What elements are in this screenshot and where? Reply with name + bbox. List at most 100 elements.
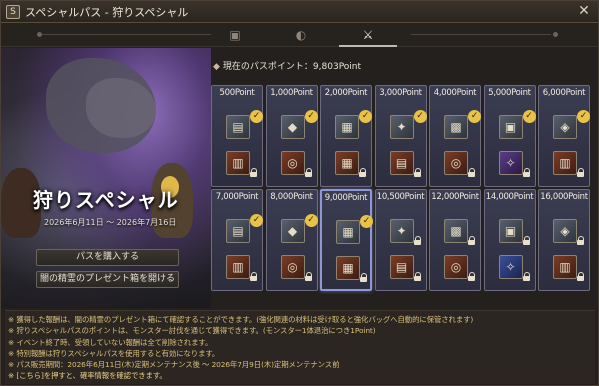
standard-reward-slot[interactable]: ▣ [498, 219, 523, 243]
special-reward-slot[interactable]: ◎ [444, 151, 468, 175]
special-reward-slot[interactable]: ▥ [553, 255, 577, 279]
lock-icon [304, 272, 313, 281]
special-reward-slot[interactable]: ▤ [389, 151, 414, 175]
lock-icon [468, 272, 476, 281]
hero-banner: 狩りスペシャル 2026年6月11日 ～ 2026年7月16日 [1, 48, 211, 308]
claimed-check-icon: ✓ [304, 214, 318, 227]
reward-item-icon: ▦ [342, 225, 354, 239]
special-reward-slot[interactable]: ◎ [280, 151, 305, 175]
standard-reward-slot[interactable]: ▤ [226, 115, 250, 139]
claimed-check-icon: ✓ [250, 110, 263, 123]
note-line: ※ パス販売期間：2026年6月11日(木)定期メンテナンス後 ～ 2026年7… [8, 360, 340, 370]
standard-reward-slot[interactable]: ▦ [336, 220, 360, 244]
standard-reward-slot[interactable]: ▤ [226, 219, 250, 243]
special-reward-slot[interactable]: ◎ [444, 255, 468, 279]
tier-point-label: 500Point [219, 88, 255, 98]
tab-shield[interactable]: ◐ [290, 26, 312, 44]
special-reward-slot[interactable]: ◎ [280, 255, 305, 279]
reward-tier-card[interactable]: 4,000Point ▩ ✓ ◎ [429, 85, 481, 187]
standard-reward-slot[interactable]: ▦ [335, 115, 359, 139]
claimed-check-icon: ✓ [468, 110, 481, 123]
tier-point-label: 16,000Point [540, 192, 588, 202]
treasure-chest-icon: ▥ [559, 260, 571, 274]
lock-icon [250, 272, 258, 281]
claimed-check-icon: ✓ [250, 214, 263, 227]
note-line: ※ 特別報酬は狩りスペシャルパスを使用すると有効になります。 [8, 348, 220, 358]
lock-icon [522, 272, 531, 281]
claimed-check-icon: ✓ [304, 110, 318, 123]
reward-tier-card[interactable]: 8,000Point ◆ ✓ ◎ [265, 189, 318, 291]
reward-tier-card[interactable]: 7,000Point ▤ ✓ ▥ [211, 189, 263, 291]
lock-icon [360, 273, 368, 282]
lock-icon [413, 236, 422, 245]
standard-reward-slot[interactable]: ▩ [444, 115, 468, 139]
shield-icon: ◐ [295, 28, 307, 42]
claimed-check-icon: ✓ [360, 215, 373, 228]
standard-reward-slot[interactable]: ✦ [389, 219, 414, 243]
tier-point-label: 7,000Point [215, 192, 259, 202]
buy-pass-button[interactable]: パスを購入する [36, 249, 179, 266]
note-line: ※ 狩りスペシャルパスのポイントは、モンスター討伐を通じて獲得できます。(モンス… [8, 326, 376, 336]
reward-tier-card[interactable]: 2,000Point ▦ ✓ ▦ [320, 85, 372, 187]
special-reward-slot[interactable]: ✧ [498, 151, 523, 175]
special-reward-slot[interactable]: ▥ [226, 255, 250, 279]
note-line: ※ 獲得した報酬は、闇の精霊のプレゼント箱にて確認することができます。(強化関連… [8, 315, 474, 324]
lock-icon [413, 272, 422, 281]
reward-tier-card[interactable]: 16,000Point ◈ ▥ [538, 189, 590, 291]
reward-tier-card[interactable]: 500Point ▤ ✓ ▥ [211, 85, 263, 187]
reward-grid: 500Point ▤ ✓ ▥ 1,000Point ◆ ✓ ◎ 2,000Point ▦ ✓ ▦ 3,0… [211, 85, 591, 307]
tier-point-label: 2,000Point [324, 88, 368, 98]
standard-reward-slot[interactable]: ◈ [553, 219, 577, 243]
treasure-chest-icon: ◎ [450, 156, 462, 170]
treasure-chest-icon: ◎ [287, 156, 298, 170]
claimed-check-icon: ✓ [413, 110, 427, 123]
open-gift-box-button[interactable]: 闇の精霊のプレゼント箱を開ける [36, 271, 179, 288]
reward-tier-card[interactable]: 9,000Point ▦ ✓ ▦ [320, 189, 373, 291]
standard-reward-slot[interactable]: ▩ [444, 219, 468, 243]
reward-tier-card[interactable]: 3,000Point ✦ ✓ ▤ [374, 85, 427, 187]
special-reward-slot[interactable]: ▥ [226, 151, 250, 175]
reward-tier-card[interactable]: 5,000Point ▣ ✓ ✧ [483, 85, 536, 187]
crossed-swords-icon: ⚔ [362, 28, 374, 42]
tab-calendar[interactable]: ▣ [224, 26, 246, 44]
lock-icon [359, 168, 367, 177]
lock-icon [577, 272, 585, 281]
special-reward-slot[interactable]: ▥ [553, 151, 577, 175]
tab-divider-dot [37, 32, 42, 37]
probability-info-link[interactable]: ※ [こちら]を押すと、確率情報を確認できます。 [8, 370, 592, 381]
reward-tier-card[interactable]: 10,500Point ✦ ▤ [374, 189, 427, 291]
notes-panel: ※ 獲得した報酬は、闇の精霊のプレゼント箱にて確認することができます。(強化関連… [5, 310, 595, 384]
close-button[interactable]: ✕ [576, 3, 592, 19]
pass-date-range: 2026年6月11日 ～ 2026年7月16日 [44, 218, 177, 227]
window-title: スペシャルパス - 狩りスペシャル [25, 6, 189, 19]
tier-point-label: 4,000Point [433, 88, 477, 98]
reward-item-icon: ▩ [450, 120, 462, 134]
reward-tier-card[interactable]: 14,000Point ▣ ✧ [483, 189, 536, 291]
standard-reward-slot[interactable]: ▣ [498, 115, 523, 139]
standard-reward-slot[interactable]: ◆ [280, 115, 305, 139]
lock-icon [304, 168, 313, 177]
treasure-chest-icon: ▦ [342, 261, 354, 275]
tier-point-label: 1,000Point [270, 88, 313, 98]
title-bar: S スペシャルパス - 狩りスペシャル ✕ [1, 1, 598, 23]
special-reward-slot[interactable]: ▦ [336, 256, 360, 280]
reward-item-icon: ◆ [287, 224, 298, 238]
current-points-label: 現在のパスポイント：9,803Point [222, 62, 362, 72]
reward-tier-card[interactable]: 1,000Point ◆ ✓ ◎ [265, 85, 318, 187]
special-reward-slot[interactable]: ✧ [498, 255, 523, 279]
reward-tier-card[interactable]: 12,000Point ▩ ◎ [429, 189, 481, 291]
diamond-icon: ◆ [213, 62, 220, 72]
standard-reward-slot[interactable]: ✦ [389, 115, 414, 139]
reward-item-icon: ▤ [232, 120, 244, 134]
tab-hunting[interactable]: ⚔ [339, 26, 397, 47]
tab-divider-dot [553, 32, 558, 37]
reward-item-icon: ◈ [560, 224, 570, 238]
reward-tier-card[interactable]: 6,000Point ◈ ✓ ▥ [538, 85, 590, 187]
treasure-chest-icon: ▤ [395, 260, 408, 274]
treasure-chest-icon: ✧ [505, 260, 516, 274]
treasure-chest-icon: ▤ [395, 156, 408, 170]
special-reward-slot[interactable]: ▦ [335, 151, 359, 175]
special-reward-slot[interactable]: ▤ [389, 255, 414, 279]
standard-reward-slot[interactable]: ◆ [280, 219, 305, 243]
standard-reward-slot[interactable]: ◈ [553, 115, 577, 139]
